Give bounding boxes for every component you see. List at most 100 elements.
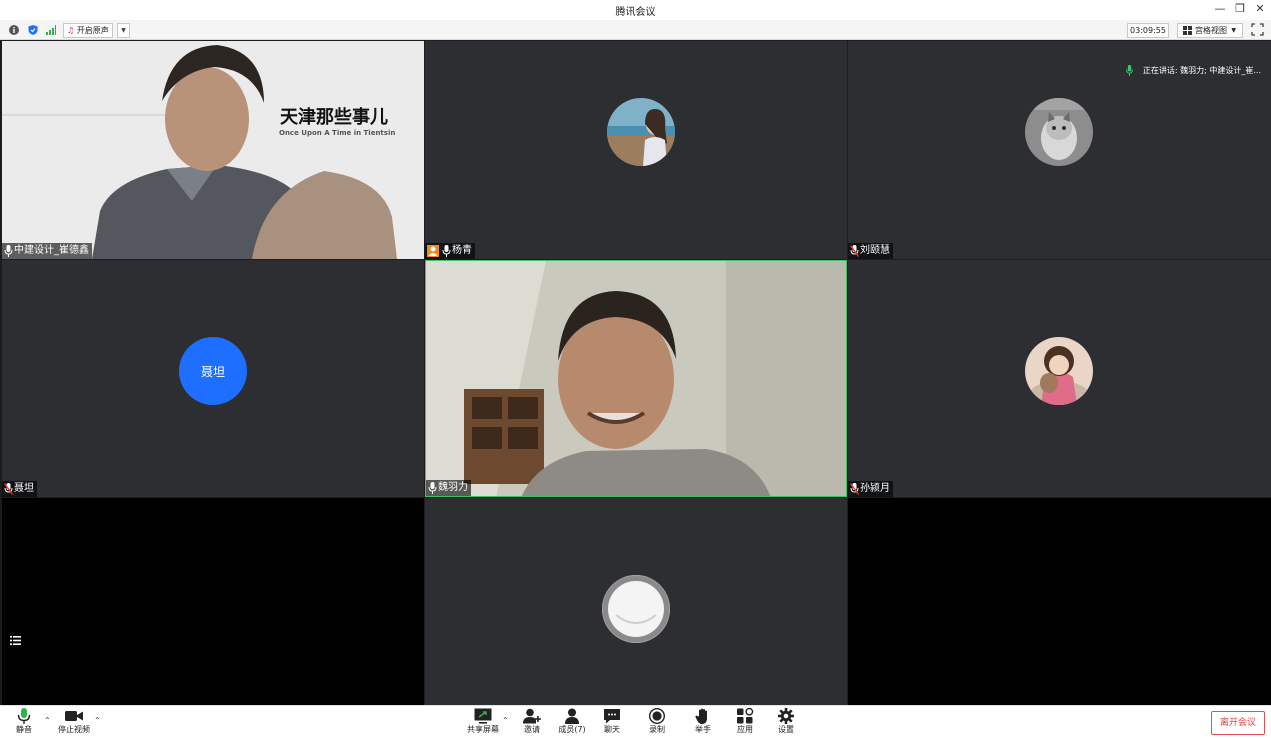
view-mode-label: 宫格视图 <box>1195 26 1227 35</box>
apps-button[interactable]: 应用 <box>725 708 765 738</box>
video-tile-5-active-speaker[interactable]: 魏羽力 <box>425 260 847 497</box>
mute-label: 静音 <box>16 725 32 734</box>
invite-user-icon <box>523 708 541 724</box>
video-camera-icon <box>65 711 83 721</box>
window-title: 腾讯会议 <box>615 7 656 18</box>
view-mode-chevron-icon: ▼ <box>1231 27 1236 34</box>
participant-avatar <box>607 98 675 166</box>
microphone-icon <box>4 245 13 257</box>
share-screen-button[interactable]: 共享屏幕 <box>463 708 503 738</box>
gear-icon <box>778 708 794 724</box>
participant-name-label: 孙颍月 <box>848 481 893 497</box>
empty-tile-right <box>848 498 1271 705</box>
participant-name: 聂坦 <box>14 483 34 494</box>
microphone-muted-icon <box>4 483 13 495</box>
participant-avatar <box>1025 98 1093 166</box>
avatar-initials: 聂坦 <box>200 364 225 379</box>
audio-options-chevron-icon[interactable]: ⌃ <box>44 716 51 725</box>
raise-hand-icon <box>695 708 707 724</box>
participant-name: 杨青 <box>452 245 472 256</box>
video-tile-3[interactable]: 正在讲话: 魏羽力; 中建设计_崔... 刘颐慧 <box>848 41 1271 259</box>
fullscreen-icon[interactable] <box>1251 23 1264 36</box>
settings-label: 设置 <box>778 725 794 734</box>
video-grid: 天津那些事儿 Once Upon A Time in Tientsin 中建设计… <box>0 40 1271 705</box>
video-tile-2[interactable]: 杨青 <box>425 41 847 259</box>
stop-video-label: 停止视频 <box>58 725 90 734</box>
stop-video-button[interactable]: 停止视频 <box>54 708 94 738</box>
original-sound-label: 开启原声 <box>76 26 109 35</box>
raise-hand-button[interactable]: 举手 <box>683 708 723 738</box>
participant-avatar <box>602 575 670 643</box>
participant-name: 刘颐慧 <box>860 245 890 256</box>
speaking-indicator: 正在讲话: 魏羽力; 中建设计_崔... <box>1125 65 1261 76</box>
slide-title: 天津那些事儿 <box>280 107 388 128</box>
microphone-icon <box>17 708 31 724</box>
grid-view-icon <box>1183 26 1192 35</box>
leave-meeting-button[interactable]: 离开会议 <box>1211 711 1265 735</box>
chat-icon <box>604 709 620 724</box>
chat-label: 聊天 <box>604 725 620 734</box>
video-tile-6[interactable]: 孙颍月 <box>848 260 1271 497</box>
invite-label: 邀请 <box>524 725 540 734</box>
apps-icon <box>737 708 754 724</box>
video-tile-1[interactable]: 天津那些事儿 Once Upon A Time in Tientsin 中建设计… <box>2 41 424 259</box>
participant-initials-avatar: 聂坦 <box>179 337 247 405</box>
microphone-muted-icon <box>850 245 859 257</box>
info-icon[interactable] <box>9 25 19 35</box>
avatar-image <box>607 98 675 166</box>
avatar-image <box>1025 337 1093 405</box>
mute-button[interactable]: 静音 <box>4 708 44 738</box>
video-options-chevron-icon[interactable]: ⌃ <box>94 716 101 725</box>
participant-avatar <box>1025 337 1093 405</box>
meeting-timer: 03:09:55 <box>1127 23 1169 38</box>
sound-dropdown-chevron-icon[interactable]: ▼ <box>117 23 130 38</box>
camera-feed-image <box>2 41 424 259</box>
avatar-image <box>1025 98 1093 166</box>
invite-button[interactable]: 邀请 <box>512 708 552 738</box>
list-icon[interactable] <box>10 636 21 645</box>
record-button[interactable]: 录制 <box>637 708 677 738</box>
camera-feed-image <box>426 261 846 496</box>
microphone-icon <box>428 482 437 494</box>
view-mode-button[interactable]: 宫格视图 ▼ <box>1177 23 1243 38</box>
slide-subtitle: Once Upon A Time in Tientsin <box>279 129 396 137</box>
host-icon <box>427 245 439 257</box>
signal-icon[interactable] <box>46 25 56 35</box>
apps-label: 应用 <box>737 725 753 734</box>
members-label: 成员(7) <box>558 725 586 734</box>
bottom-control-bar: 静音 ⌃ 停止视频 ⌃ 共享屏幕 ⌃ 邀请 成员(7) 聊天 录制 举手 应用 … <box>0 705 1271 738</box>
participant-name: 中建设计_崔德鑫 <box>14 245 89 256</box>
restore-icon[interactable]: ❐ <box>1232 2 1248 15</box>
participant-name: 魏羽力 <box>438 482 468 493</box>
raise-hand-label: 举手 <box>695 725 711 734</box>
members-button[interactable]: 成员(7) <box>552 708 592 738</box>
video-tile-4[interactable]: 聂坦 聂坦 <box>2 260 424 497</box>
shield-icon[interactable] <box>28 25 38 35</box>
title-bar: 腾讯会议 — ❐ ✕ <box>0 0 1271 20</box>
participant-name-label: 魏羽力 <box>426 480 471 496</box>
microphone-icon <box>442 245 451 257</box>
avatar-image <box>603 576 669 642</box>
record-label: 录制 <box>649 725 665 734</box>
meeting-toolbar: ♫ 开启原声 ▼ 03:09:55 宫格视图 ▼ <box>0 20 1271 40</box>
share-options-chevron-icon[interactable]: ⌃ <box>502 716 509 725</box>
video-tile-7[interactable] <box>425 498 847 705</box>
settings-button[interactable]: 设置 <box>766 708 806 738</box>
participant-name-label: 杨青 <box>425 243 475 259</box>
sound-icon: ♫ <box>67 26 75 35</box>
original-sound-button[interactable]: ♫ 开启原声 <box>63 23 113 38</box>
speaking-text: 正在讲话: 魏羽力; 中建设计_崔... <box>1142 66 1261 75</box>
participant-name: 孙颍月 <box>860 483 890 494</box>
minimize-icon[interactable]: — <box>1212 2 1228 15</box>
chat-button[interactable]: 聊天 <box>592 708 632 738</box>
empty-tile-left <box>2 498 424 705</box>
close-icon[interactable]: ✕ <box>1252 2 1268 15</box>
participant-name-label: 刘颐慧 <box>848 243 893 259</box>
share-screen-label: 共享屏幕 <box>467 725 499 734</box>
microphone-muted-icon <box>850 483 859 495</box>
participant-name-label: 聂坦 <box>2 481 37 497</box>
record-icon <box>649 708 665 724</box>
members-icon <box>565 708 579 724</box>
participant-name-label: 中建设计_崔德鑫 <box>2 243 92 259</box>
speaking-microphone-icon <box>1125 65 1133 76</box>
